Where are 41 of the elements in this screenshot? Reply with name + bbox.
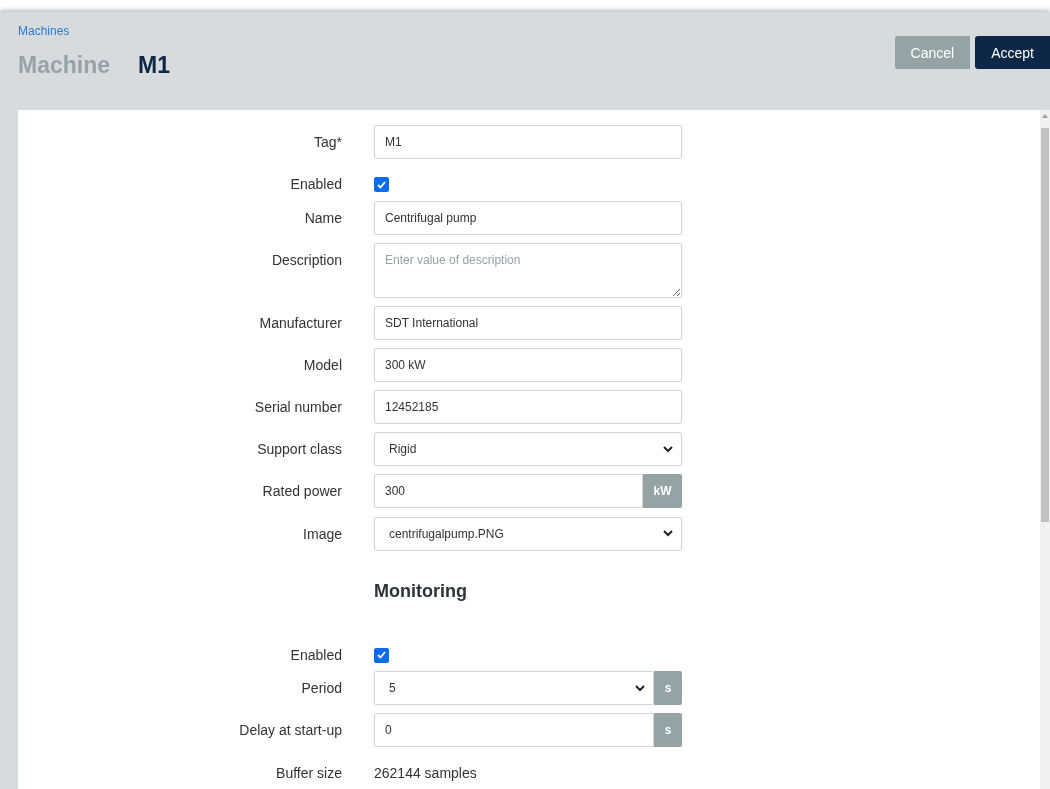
field-label: Serial number: [253, 397, 342, 415]
page-title: M1: [138, 52, 170, 79]
field-label: Name: [303, 208, 342, 226]
field-label: Period: [300, 679, 342, 697]
checkbox[interactable]: [374, 177, 389, 193]
field-label: Enabled: [289, 645, 342, 663]
field-label: Tag*: [312, 133, 342, 150]
select-field[interactable]: centrifugalpump.PNG: [374, 516, 682, 551]
field-label: Rated power: [261, 482, 342, 500]
section-heading: Monitoring: [374, 580, 468, 602]
text-field[interactable]: 12452185: [374, 389, 682, 424]
field-label: Buffer size: [275, 763, 342, 781]
select-field[interactable]: Rigid: [374, 432, 682, 467]
select-field[interactable]: 5: [374, 671, 654, 706]
checkmark-icon: [377, 651, 386, 660]
text-area[interactable]: Enter value of description: [374, 242, 682, 298]
field-label: Model: [302, 355, 342, 373]
caret-icon: [663, 445, 673, 453]
field-label: Image: [302, 524, 342, 542]
caret-icon: [635, 684, 645, 692]
caret-icon: [663, 530, 673, 538]
unit-label: s: [654, 671, 682, 706]
checkbox[interactable]: [374, 647, 389, 663]
text-field[interactable]: 300: [374, 474, 643, 509]
checkmark-icon: [377, 180, 386, 189]
field-label: Enabled: [289, 175, 342, 193]
field-label: Description: [270, 250, 342, 268]
page-title-kind: Machine: [18, 52, 111, 79]
text-field[interactable]: 300 kW: [374, 347, 682, 382]
field-label: Manufacturer: [258, 313, 342, 331]
field-value: 262144 samples: [374, 763, 478, 781]
field-label: Delay at start-up: [238, 721, 342, 739]
accept-button[interactable]: Accept: [975, 36, 1050, 69]
text-field[interactable]: 0: [374, 713, 654, 748]
unit-label: kW: [643, 474, 682, 509]
scrollbar[interactable]: [1040, 110, 1050, 789]
text-field[interactable]: Centrifugal pump: [374, 200, 682, 235]
text-field[interactable]: M1: [374, 125, 682, 159]
field-label: Support class: [256, 440, 342, 458]
text-field[interactable]: SDT International: [374, 305, 682, 340]
unit-label: s: [654, 713, 682, 748]
